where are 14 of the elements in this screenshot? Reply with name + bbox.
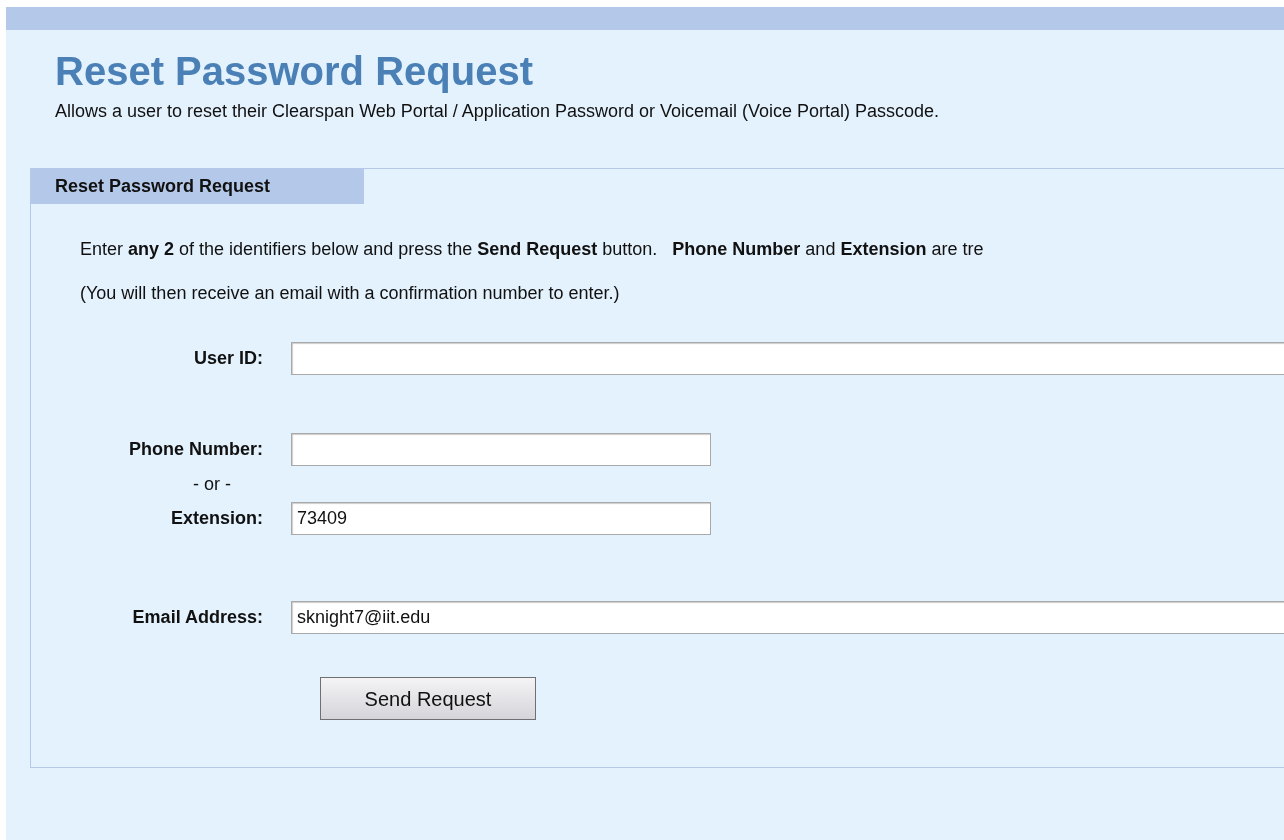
field-label: Phone Number: [129, 438, 263, 461]
instruction-text: Enter any 2 of the identifiers below and press the Send Request button. Phone Number and Extension are tre [80, 238, 984, 261]
input-field[interactable]: sknight7@iit.edu [291, 601, 1284, 634]
field-label: User ID: [193, 347, 263, 370]
send-request-button[interactable]: Send Request [320, 677, 536, 720]
separator-text: - or - [193, 472, 231, 496]
input-field[interactable] [291, 342, 1284, 375]
input-field[interactable] [291, 433, 711, 466]
page-description: Allows a user to reset their Clearspan Web Portal / Application Password or Voicemail (Voice Portal) Passcode. [55, 100, 940, 123]
page-title: Reset Password Request [55, 48, 533, 95]
instruction-text: (You will then receive an email with a confirmation number to enter.) [80, 282, 620, 305]
field-label: Extension: [171, 507, 263, 530]
field-label: Email Address: [132, 606, 263, 629]
input-field[interactable]: 73409 [291, 502, 711, 535]
